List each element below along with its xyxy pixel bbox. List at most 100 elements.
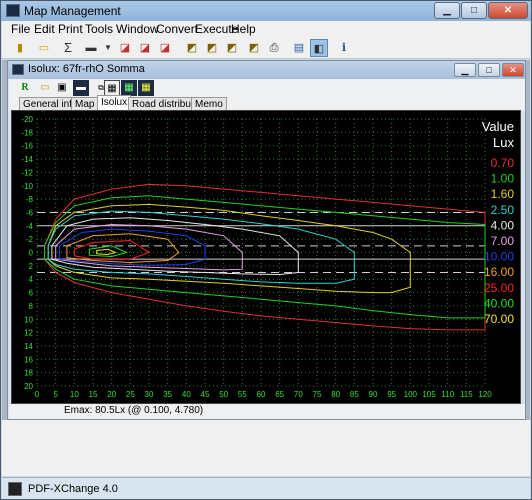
y-tick-label: 8 [29, 302, 34, 311]
folder-icon[interactable]: ▭ [37, 80, 53, 96]
layout-icon[interactable]: ▤ [290, 39, 308, 57]
taskbar-footer: PDF-XChange 4.0 [2, 477, 530, 499]
menu-edit[interactable]: Edit [34, 22, 55, 36]
x-tick-label: 105 [422, 390, 436, 399]
y-tick-label: -14 [21, 155, 33, 164]
tab-strip: General info Map Isolux Road distributio… [9, 95, 525, 111]
y-tick-label: 2 [29, 262, 34, 271]
legend-entry: 40.00 [484, 296, 514, 310]
x-tick-label: 65 [275, 390, 284, 399]
menu-convert[interactable]: Convert [156, 22, 198, 36]
legend-entry: 25.00 [484, 281, 514, 295]
legend-entry: 1.00 [491, 172, 515, 186]
line-style-icon[interactable]: ▬ [82, 39, 100, 57]
isolux-view-icon[interactable]: ◧ [310, 39, 328, 57]
close-button[interactable]: ✕ [488, 2, 528, 19]
legend-entry: 4.00 [491, 218, 515, 232]
grid-icon[interactable]: ▦ [104, 80, 120, 96]
map-red-icon[interactable]: ◪ [116, 39, 134, 57]
x-tick-label: 35 [163, 390, 172, 399]
y-tick-label: -10 [21, 182, 33, 191]
export-3-icon[interactable]: ◩ [223, 39, 241, 57]
y-tick-label: -20 [21, 115, 33, 124]
y-tick-label: -18 [21, 128, 33, 137]
x-tick-label: 30 [145, 390, 154, 399]
child-window-icon [12, 64, 24, 75]
status-bar: Emax: 80.5Lx (@ 0.100, 4.780) [9, 404, 525, 419]
x-tick-label: 45 [201, 390, 210, 399]
y-tick-label: -16 [21, 142, 33, 151]
legend-entry: 70.00 [484, 312, 514, 326]
legend-unit: Lux [493, 135, 514, 150]
y-tick-label: 6 [29, 289, 34, 298]
emax-readout: Emax: 80.5Lx (@ 0.100, 4.780) [64, 405, 204, 416]
child-maximize-button[interactable]: □ [478, 63, 500, 77]
tab-isolux[interactable]: Isolux [97, 95, 132, 111]
x-tick-label: 90 [369, 390, 378, 399]
isolux-contour-16.00 [66, 233, 180, 264]
legend-entry: 7.00 [491, 234, 515, 248]
export-icon[interactable]: ◩ [183, 39, 201, 57]
mdi-area: Isolux: 67fr-rhO Somma ▁ □ ✕ R ▭ ▣ ▬ ⧉ ▦… [2, 60, 530, 420]
menu-file[interactable]: File [11, 22, 30, 36]
child-minimize-button[interactable]: ▁ [454, 63, 476, 77]
printer-icon[interactable]: ⎙ [265, 39, 283, 57]
menu-help[interactable]: Help [231, 22, 256, 36]
legend-entry: 1.60 [491, 187, 515, 201]
app-icon [6, 4, 20, 17]
y-tick-label: 0 [29, 249, 34, 258]
x-tick-label: 15 [89, 390, 98, 399]
menu-tools[interactable]: Tools [85, 22, 113, 36]
y-tick-label: 20 [24, 382, 33, 391]
sum-icon[interactable]: Σ [59, 39, 77, 57]
x-tick-label: 110 [441, 390, 454, 399]
y-tick-label: -8 [26, 195, 34, 204]
footer-label: PDF-XChange 4.0 [28, 483, 118, 495]
x-tick-label: 60 [257, 390, 266, 399]
x-tick-label: 70 [294, 390, 303, 399]
y-tick-label: -12 [21, 168, 33, 177]
menu-window[interactable]: Window [116, 22, 159, 36]
y-tick-label: 4 [29, 275, 34, 284]
export-4-icon[interactable]: ◩ [245, 39, 263, 57]
pdf-xchange-icon [8, 482, 22, 496]
r-icon[interactable]: R [17, 80, 33, 96]
maximize-button[interactable]: □ [461, 2, 487, 19]
x-tick-label: 115 [460, 390, 473, 399]
x-tick-label: 80 [331, 390, 340, 399]
child-close-button[interactable]: ✕ [502, 63, 524, 77]
menu-print[interactable]: Print [58, 22, 83, 36]
x-tick-label: 120 [478, 390, 492, 399]
x-tick-label: 100 [404, 390, 418, 399]
map-red-2-icon[interactable]: ◪ [136, 39, 154, 57]
x-tick-label: 20 [107, 390, 116, 399]
main-toolbar: ▮ ▭ Σ ▬ ▼ ◪ ◪ ◪ ◩ ◩ ◩ ◩ ⎙ ▤ ◧ ℹ [2, 37, 530, 59]
map-red-3-icon[interactable]: ◪ [156, 39, 174, 57]
legend-entry: 2.50 [491, 203, 515, 217]
help-icon[interactable]: ℹ [335, 39, 353, 57]
y-tick-label: 14 [24, 342, 33, 351]
y-tick-label: -4 [26, 222, 34, 231]
export-2-icon[interactable]: ◩ [203, 39, 221, 57]
open-folder-icon[interactable]: ▭ [35, 39, 53, 57]
bottom-panel [2, 420, 530, 476]
x-tick-label: 10 [70, 390, 79, 399]
grid-green-icon[interactable]: ▦ [121, 80, 137, 96]
main-window: Map Management ▁ □ ✕ File Edit Print Too… [0, 0, 532, 500]
x-tick-label: 5 [53, 390, 58, 399]
dropdown-arrow-icon[interactable]: ▼ [99, 39, 117, 57]
legend-entry: 0.70 [491, 156, 515, 170]
tab-map[interactable]: Map [71, 97, 99, 111]
minimize-button[interactable]: ▁ [434, 2, 460, 19]
tab-memo[interactable]: Memo [191, 97, 227, 111]
new-icon[interactable]: ▮ [11, 39, 29, 57]
window-title: Map Management [24, 4, 121, 18]
y-tick-label: 18 [24, 369, 33, 378]
legend-entry: 10.00 [484, 250, 514, 264]
y-tick-label: 12 [24, 329, 33, 338]
isolux-plot: -20 -18 -16 -14 -12 -10 -8 -6 -4 -2 0 2 4 6 8 10 12 14 16 1… [11, 110, 521, 404]
lock-icon[interactable]: ▣ [54, 80, 70, 96]
display-icon[interactable]: ▬ [73, 80, 89, 96]
grid-yellow-icon[interactable]: ▦ [138, 80, 154, 96]
legend-entry: 16.00 [484, 265, 514, 279]
